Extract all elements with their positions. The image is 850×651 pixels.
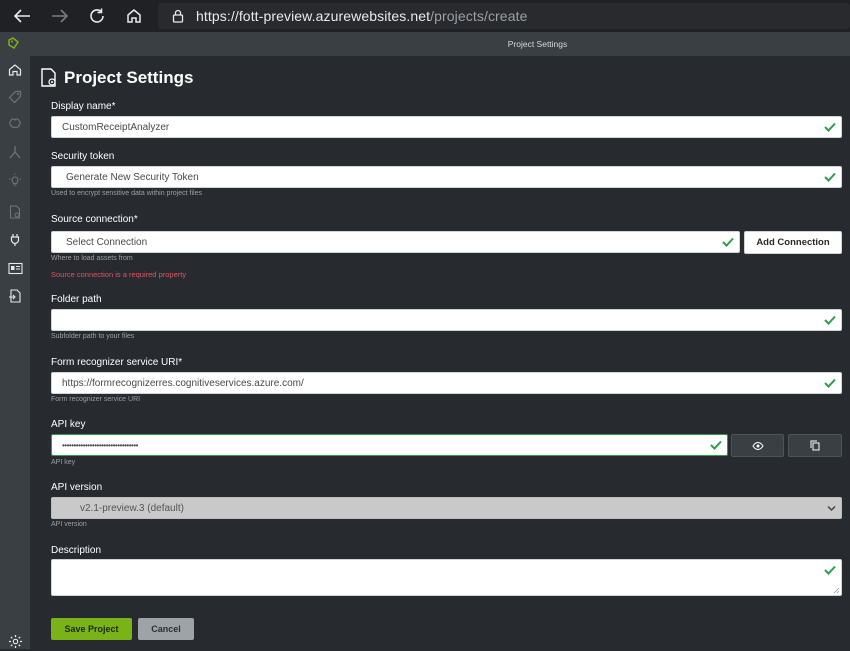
arrow-left-icon — [13, 9, 30, 23]
back-button[interactable] — [9, 4, 35, 28]
source-connection-error: Source connection is a required property — [51, 270, 187, 279]
cancel-button[interactable]: Cancel — [138, 618, 194, 640]
check-icon — [824, 565, 836, 575]
sidebar-item-settings[interactable] — [5, 631, 25, 651]
display-name-value: CustomReceiptAnalyzer — [62, 122, 170, 133]
sidebar-item-home[interactable] — [5, 60, 25, 80]
copy-api-key-button[interactable] — [788, 434, 842, 457]
plug-icon — [10, 234, 20, 246]
description-label: Description — [51, 545, 102, 556]
window-title: Project Settings — [507, 39, 568, 49]
reload-icon — [90, 8, 104, 23]
check-icon — [722, 237, 734, 247]
sidebar — [0, 56, 30, 649]
source-connection-help: Where to load assets from — [51, 255, 133, 262]
document-settings-icon — [41, 68, 56, 87]
id-card-icon — [7, 262, 23, 274]
check-icon — [824, 172, 836, 182]
sidebar-item-tags[interactable] — [5, 87, 25, 107]
sidebar-item-model[interactable] — [5, 114, 25, 134]
home-icon — [8, 64, 22, 76]
service-uri-label: Form recognizer service URI* — [51, 357, 183, 368]
chevron-down-icon — [827, 505, 836, 512]
home-button[interactable] — [121, 4, 147, 28]
source-connection-select[interactable]: Select Connection — [51, 231, 740, 253]
service-uri-input[interactable]: https://formrecognizerres.cognitiveservi… — [51, 372, 842, 394]
display-name-label: Display name* — [51, 101, 116, 112]
check-icon — [824, 378, 836, 388]
eye-icon — [751, 441, 764, 450]
api-version-help: API version — [51, 521, 87, 528]
api-key-label: API key — [51, 419, 86, 430]
address-bar[interactable]: https://fott-preview.azurewebsites.net/p… — [158, 3, 850, 29]
service-uri-value: https://formrecognizerres.cognitiveservi… — [62, 378, 304, 389]
url-path: /projects/create — [430, 8, 528, 24]
merge-icon — [9, 146, 21, 159]
check-icon — [824, 122, 836, 132]
brain-icon — [9, 118, 21, 128]
sidebar-item-project-settings[interactable] — [5, 202, 25, 222]
gear-icon — [8, 634, 22, 648]
folder-path-help: Subfolder path to your files — [51, 333, 135, 340]
security-token-help: Used to encrypt sensitive data within pr… — [51, 190, 202, 197]
url-host: https://fott-preview.azurewebsites.net — [196, 8, 431, 24]
sidebar-item-compose[interactable] — [5, 142, 25, 162]
browser-toolbar: https://fott-preview.azurewebsites.net/p… — [0, 0, 850, 32]
show-api-key-button[interactable] — [731, 434, 784, 457]
sidebar-item-open-project[interactable] — [5, 286, 25, 306]
api-key-help: API key — [51, 459, 76, 466]
add-connection-button[interactable]: Add Connection — [744, 231, 842, 254]
source-connection-label: Source connection* — [51, 214, 138, 225]
copy-icon — [810, 440, 820, 451]
service-uri-help: Form recognizer service URI — [51, 396, 141, 403]
lock-icon — [172, 9, 184, 23]
api-key-input[interactable]: ••••••••••••••••••••••••••••••••• — [51, 434, 728, 456]
reload-button[interactable] — [84, 4, 110, 28]
folder-path-label: Folder path — [51, 294, 102, 305]
tag-icon — [8, 90, 22, 104]
home-icon — [127, 9, 141, 23]
api-version-value: v2.1-preview.3 (default) — [80, 503, 184, 514]
api-version-label: API version — [51, 482, 103, 493]
api-key-value: ••••••••••••••••••••••••••••••••• — [62, 441, 138, 450]
source-connection-value: Select Connection — [66, 237, 148, 248]
check-icon — [710, 440, 722, 450]
security-token-select[interactable]: Generate New Security Token — [51, 166, 842, 188]
description-textarea[interactable] — [51, 559, 842, 596]
url-text: https://fott-preview.azurewebsites.net/p… — [196, 8, 527, 24]
api-version-select[interactable]: v2.1-preview.3 (default) — [51, 497, 842, 519]
resize-handle-icon[interactable] — [833, 587, 840, 594]
sidebar-item-connections[interactable] — [5, 230, 25, 250]
save-project-button[interactable]: Save Project — [51, 618, 132, 640]
document-settings-icon — [9, 205, 21, 219]
page-title: Project Settings — [64, 68, 194, 87]
lightbulb-icon — [9, 173, 21, 186]
security-token-label: Security token — [51, 151, 115, 162]
sidebar-item-app-settings[interactable] — [5, 258, 25, 278]
app-titlebar: Project Settings — [0, 32, 850, 56]
folder-path-input[interactable] — [51, 309, 842, 331]
arrow-right-icon — [52, 9, 69, 23]
security-token-value: Generate New Security Token — [66, 172, 199, 183]
forward-button[interactable] — [47, 4, 73, 28]
sidebar-item-analyze[interactable] — [5, 170, 25, 190]
display-name-input[interactable]: CustomReceiptAnalyzer — [51, 116, 842, 138]
check-icon — [824, 315, 836, 325]
project-settings-page: Project Settings Display name* CustomRec… — [30, 56, 850, 649]
document-enter-icon — [9, 289, 21, 303]
